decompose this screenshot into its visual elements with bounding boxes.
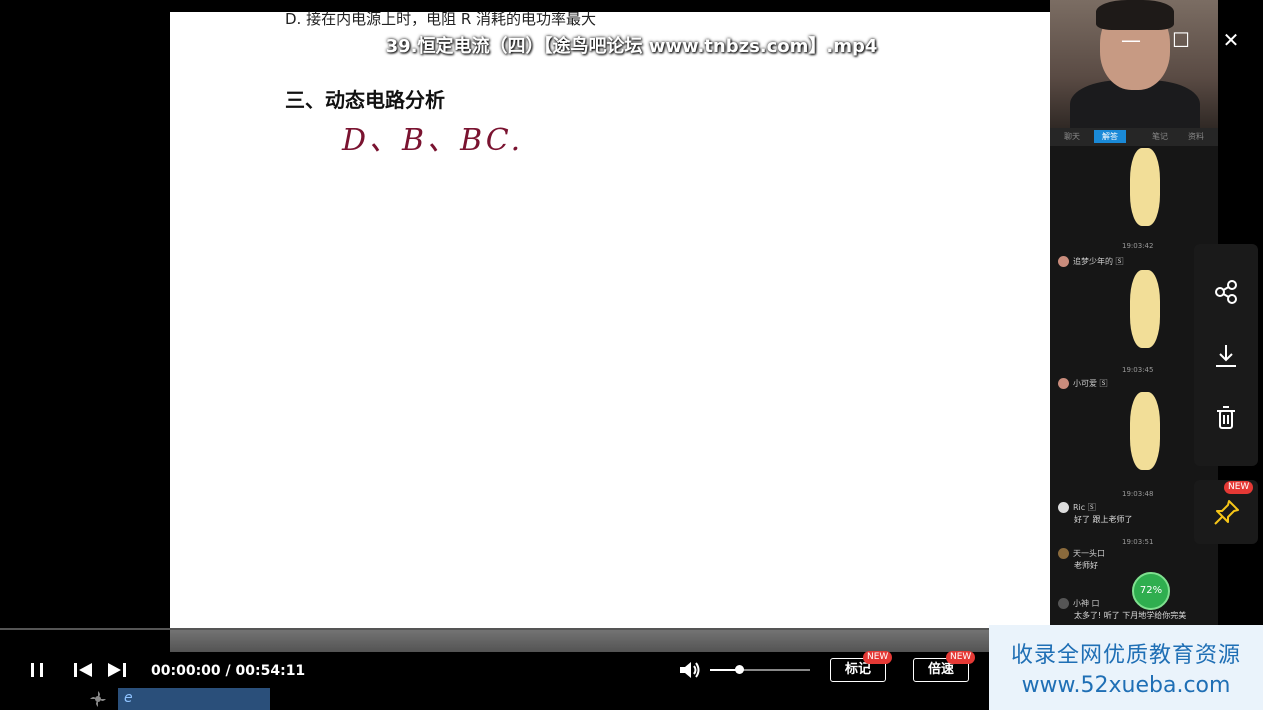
share-button[interactable] [1194,264,1258,320]
teacher-webcam [1050,0,1218,128]
chat-timestamp: 19:03:48 [1122,490,1154,498]
pin-new-badge: NEW [1224,481,1254,494]
volume-button[interactable] [678,659,702,685]
tab-chat[interactable]: 聊天 [1064,131,1080,142]
mark-new-badge: NEW [863,651,893,664]
time-separator: / [225,663,231,679]
avatar [1058,548,1069,559]
chat-message: 老师好 [1074,561,1098,570]
current-time: 00:00:00 [151,663,221,679]
tab-answer[interactable]: 解答 [1094,130,1126,143]
download-icon [1216,345,1236,367]
chat-message: 好了 跟上老师了 [1074,515,1133,524]
chat-tabs: 聊天 解答 笔记 资料 [1050,128,1218,146]
speed-new-badge: NEW [946,651,976,664]
trash-icon [1217,406,1235,429]
browser-icon: e [124,690,133,706]
total-time: 00:54:11 [235,663,306,679]
chat-timestamp: 19:03:45 [1122,366,1154,374]
chat-username: 天一头口 [1058,548,1105,559]
previous-icon [74,663,92,677]
chat-timestamp: 19:03:51 [1122,538,1154,546]
avatar [1058,502,1069,513]
pause-icon [31,663,43,677]
next-button[interactable] [106,661,128,683]
watermark-url: www.52xueba.com [1021,673,1231,698]
side-toolbar [1194,244,1258,466]
avatar [1058,256,1069,267]
avatar [1058,378,1069,389]
chat-username: 小可爱 🅂 [1058,378,1108,389]
chat-panel: 聊天 解答 笔记 资料 19:03:42 追梦少年的 🅂 19:03:45 小可… [1050,128,1218,628]
chat-username: Ric 🅂 [1058,502,1096,513]
slide-content: D. 接在内电源上时，电阻 R 消耗的电功率最大 三、动态电路分析 D、B、BC… [170,10,1050,652]
chat-username: 小神 口 [1058,598,1100,609]
avatar [1058,598,1069,609]
chat-username: 追梦少年的 🅂 [1058,256,1124,267]
fan-icon [90,691,106,707]
pin-icon [1214,500,1239,525]
site-watermark: 收录全网优质教育资源 www.52xueba.com [989,625,1263,710]
sticker-image [1130,392,1160,470]
tab-notes[interactable]: 笔记 [1152,131,1168,142]
previous-button[interactable] [72,661,94,683]
next-icon [108,663,126,677]
chat-message: 太多了! 听了 下月地学给你完美 [1074,611,1187,620]
pause-button[interactable] [28,661,46,683]
network-speed-widget: 72% [1132,572,1170,610]
sticker-image [1130,148,1160,226]
minimize-button[interactable]: — [1120,30,1142,50]
watermark-slogan: 收录全网优质教育资源 [1010,643,1241,668]
taskbar-browser-item[interactable]: e [118,688,270,710]
download-button[interactable] [1194,328,1258,384]
close-button[interactable]: ✕ [1220,30,1242,50]
option-d-text: D. 接在内电源上时，电阻 R 消耗的电功率最大 [285,10,597,28]
sticker-image [1130,270,1160,348]
tab-files[interactable]: 资料 [1188,131,1204,142]
speaker-icon [680,662,700,678]
maximize-button[interactable]: ☐ [1170,30,1192,50]
taskbar-fragment: e [88,688,278,710]
share-icon [1215,280,1237,304]
playback-time: 00:00:00 / 00:54:11 [151,663,305,679]
chat-timestamp: 19:03:42 [1122,242,1154,250]
handwritten-answer: D、B、BC. [342,123,524,158]
delete-button[interactable] [1194,390,1258,446]
volume-handle[interactable] [735,665,744,674]
section-title: 三、动态电路分析 [285,88,445,112]
